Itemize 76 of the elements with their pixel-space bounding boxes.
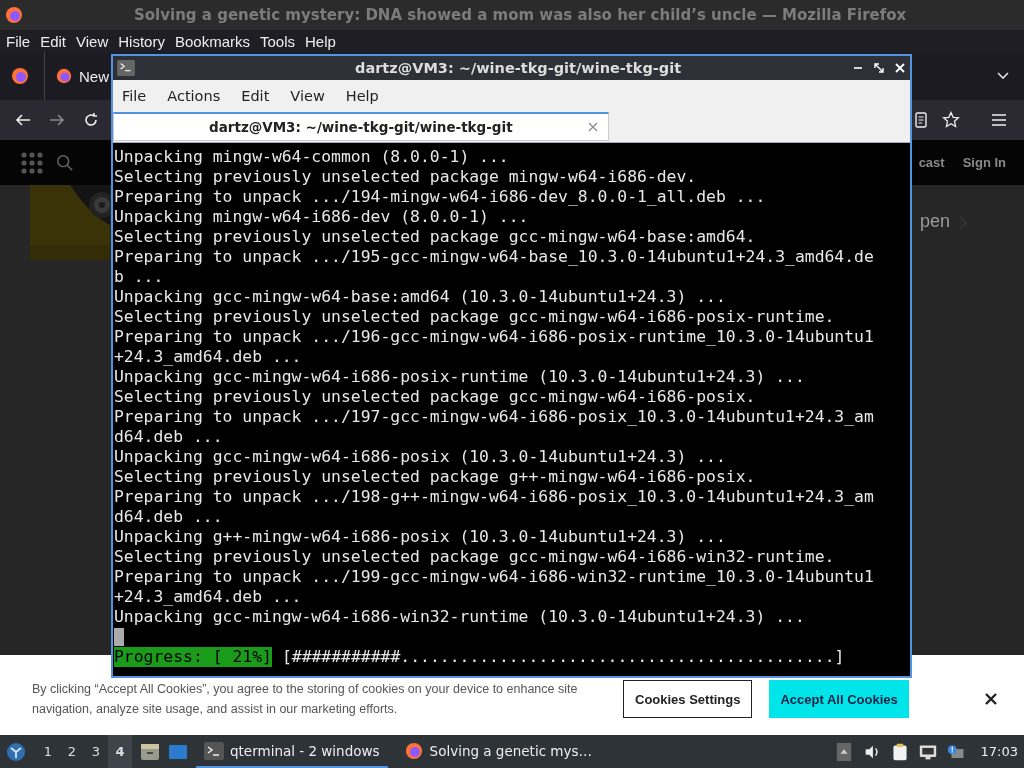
progress-text: [###########............................................] [281, 647, 845, 667]
workspace-button[interactable]: 1 [36, 735, 60, 768]
output-line: Preparing to unpack .../196-gcc-mingw-w64-i686-posix-runtime_10.3.0-14ubuntu1 [114, 327, 875, 347]
start-menu-icon[interactable] [6, 741, 26, 762]
output-line: Selecting previously unselected package gcc-mingw-w64-i686-posix. [114, 387, 757, 407]
output-line: Unpacking gcc-mingw-w64-base:amd64 (10.3.0-14ubuntu1+24.3) ... [114, 287, 727, 307]
menu-item[interactable]: Edit [241, 88, 270, 104]
menu-item[interactable]: Edit [40, 32, 67, 50]
menu-item[interactable]: View [76, 32, 109, 50]
fox-globe-icon [4, 5, 24, 25]
output-line: Unpacking gcc-mingw-w64-i686-win32-runtime (10.3.0-14ubuntu1+24.3) ... [114, 607, 806, 627]
text-cursor [114, 628, 124, 646]
menu-icon[interactable] [990, 111, 1008, 129]
cookie-notice: By clicking “Accept All Cookies”, you agree to the storing of cookies on your device to enhance site navigation, analyze site usage, and assist in our marketing efforts. [32, 681, 579, 718]
output-line: Unpacking g++-mingw-w64-i686-posix (10.3.0-14ubuntu1+24.3) ... [114, 527, 727, 547]
window-title: dartz@VM3: ~/wine-tkg-git/wine-tkg-git [355, 60, 682, 76]
output-line: Selecting previously unselected package g++-mingw-w64-i686-posix. [114, 467, 757, 487]
fox-globe-icon [403, 741, 424, 760]
workspace-button[interactable]: 2 [60, 735, 84, 768]
taskbar-button[interactable]: qterminal - 2 windows [196, 735, 388, 768]
output-line: Selecting previously unselected package gcc-mingw-w64-i686-win32-runtime. [114, 547, 836, 567]
menu-item[interactable]: Bookmarks [174, 32, 250, 50]
progress-label: Progress: [ 21%] [114, 647, 272, 667]
output-line: Selecting previously unselected package mingw-w64-i686-dev. [114, 167, 698, 187]
menu-item[interactable]: File [6, 32, 31, 50]
menu-item[interactable]: Help [345, 88, 379, 104]
output-line: Selecting previously unselected package gcc-mingw-w64-base:amd64. [114, 227, 757, 247]
menu-item[interactable]: History [118, 32, 165, 50]
output-line: +24.3_amd64.deb ... [114, 347, 303, 367]
reader-view-icon[interactable] [912, 111, 930, 129]
fox-globe-icon[interactable] [10, 66, 30, 86]
workspace-button[interactable]: 4 [108, 735, 132, 768]
output-line: Unpacking gcc-mingw-w64-i686-posix (10.3.0-14ubuntu1+24.3) ... [114, 447, 727, 467]
chevron-down-icon[interactable] [996, 71, 1010, 81]
terminal-tab[interactable]: dartz@VM3: ~/wine-tkg-git/wine-tkg-git [113, 112, 609, 141]
search-icon[interactable] [56, 153, 74, 172]
window-title: Solving a genetic mystery: DNA showed a mom was also her child’s uncle — Mozilla Firefox [134, 6, 907, 24]
accept-button[interactable]: Accept All Cookies [769, 680, 909, 718]
output-line: Preparing to unpack .../195-gcc-mingw-w64-base_10.3.0-14ubuntu1+24.3_amd64.de [114, 247, 875, 267]
nav-link[interactable]: Sign In [962, 155, 1006, 170]
menu-item[interactable]: Help [305, 32, 336, 50]
output-line: Preparing to unpack .../197-gcc-mingw-w64-i686-posix_10.3.0-14ubuntu1+24.3_am [114, 407, 875, 427]
nav-link[interactable]: cast [918, 155, 945, 170]
output-line: Unpacking mingw-w64-i686-dev (8.0.0-1) ... [114, 207, 530, 227]
output-line: Unpacking gcc-mingw-w64-i686-posix-runtime (10.3.0-14ubuntu1+24.3) ... [114, 367, 806, 387]
output-line: d64.deb ... [114, 427, 224, 447]
restore-icon[interactable] [873, 62, 885, 74]
settings-button[interactable]: Cookies Settings [623, 680, 753, 718]
menu-item[interactable]: Tools [260, 32, 295, 50]
fox-globe-icon [55, 67, 73, 85]
menu-item[interactable]: File [122, 88, 147, 104]
menu-item[interactable]: View [290, 88, 325, 104]
output-line: Unpacking mingw-w64-common (8.0.0-1) ... [114, 147, 510, 167]
grid-icon[interactable] [20, 150, 44, 175]
output-line: b ... [114, 267, 165, 287]
terminal-icon[interactable] [117, 60, 135, 76]
output-line: d64.deb ... [114, 507, 224, 527]
workspace-button[interactable]: 3 [84, 735, 108, 768]
output-line: Preparing to unpack .../199-gcc-mingw-w64-i686-win32-runtime_10.3.0-14ubuntu1 [114, 567, 875, 587]
output-line: +24.3_amd64.deb ... [114, 587, 303, 607]
output-line: Selecting previously unselected package gcc-mingw-w64-i686-posix-runtime. [114, 307, 836, 327]
reload-icon[interactable] [82, 111, 100, 129]
clipboard-icon[interactable] [890, 742, 909, 761]
output-line: Preparing to unpack .../194-mingw-w64-i686-dev_8.0.0-1_all.deb ... [114, 187, 767, 207]
close-icon[interactable] [984, 692, 998, 706]
file-manager-icon[interactable] [140, 742, 160, 761]
output-line: Preparing to unpack .../198-g++-mingw-w64-i686-posix_10.3.0-14ubuntu1+24.3_am [114, 487, 875, 507]
notification-icon[interactable] [946, 742, 965, 761]
network-icon[interactable] [918, 742, 937, 761]
link-text[interactable]: pen [919, 211, 950, 232]
clock[interactable]: 17:03 [980, 744, 1018, 759]
terminal-icon [204, 741, 224, 760]
desktop-icon[interactable] [168, 742, 188, 761]
star-icon[interactable] [942, 111, 960, 129]
taskbar-button[interactable]: Solving a genetic mys… [395, 735, 601, 768]
menu-item[interactable]: Actions [167, 88, 221, 104]
